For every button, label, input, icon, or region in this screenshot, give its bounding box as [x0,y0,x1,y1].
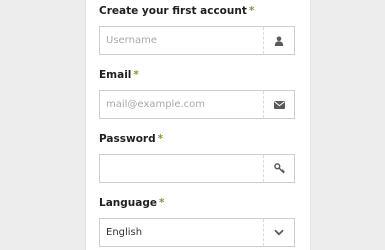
username-input-box [99,26,295,55]
key-icon [273,163,285,174]
username-input[interactable] [100,27,255,54]
email-label: Email * [99,68,295,82]
user-icon [274,36,284,46]
language-field-group: Language * English [99,196,295,247]
email-input[interactable] [100,91,255,118]
required-mark: * [157,133,164,145]
required-mark: * [248,5,255,17]
envelope-icon [273,100,285,109]
email-input-box [99,90,295,119]
username-label: Create your first account * [99,4,295,18]
email-addon [263,91,294,118]
required-mark: * [133,69,139,81]
password-input-box [99,154,295,183]
email-field-group: Email * [99,68,295,119]
username-field-group: Create your first account * [99,4,295,55]
password-input[interactable] [100,155,255,182]
password-field-group: Password * [99,132,295,183]
language-select-value: English [106,227,143,238]
language-select[interactable]: English [99,218,295,247]
username-label-text: Create your first account [99,5,247,17]
language-label-text: Language [99,197,157,209]
password-label-text: Password [99,133,156,145]
password-addon [263,155,294,182]
language-label: Language * [99,196,295,210]
password-label: Password * [99,132,295,146]
username-addon [263,27,294,54]
required-mark: * [158,197,165,209]
signup-panel: Create your first account* Email* [85,0,311,250]
language-dropdown-toggle[interactable] [263,219,294,246]
chevron-down-icon [274,229,284,236]
email-label-text: Email [99,69,132,81]
